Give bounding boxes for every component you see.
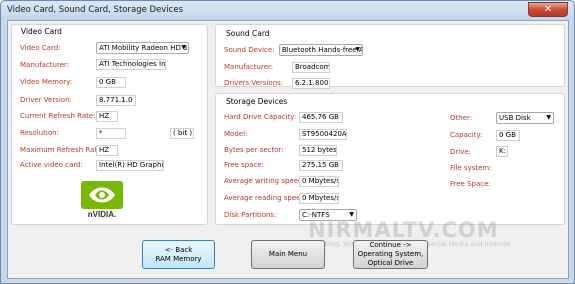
chevron-down-icon: ▼ (355, 46, 360, 53)
video-card-label: Video Card: (20, 44, 61, 52)
free-space-field: 275.15 GB (299, 160, 343, 171)
video-memory-field: 0 GB (96, 77, 126, 88)
other-device-select[interactable]: USB Disk ▼ (496, 112, 554, 124)
video-manufacturer-label: Manufacturer: (20, 61, 70, 69)
storage-group: Storage Devices Hard Drive Capacity: 465… (215, 93, 565, 225)
video-card-select-value: ATI Mobility Radeon HD 5 (99, 44, 188, 52)
other-drive-field: K: (496, 146, 508, 157)
back-button-line1: <- Back (164, 245, 193, 254)
bytes-sector-label: Bytes per sector: (224, 146, 284, 154)
disk-partitions-label: Disk Partitions: (224, 211, 277, 219)
resolution-label: Resolution: (20, 129, 59, 137)
driver-version-label: Driver Version: (20, 96, 72, 104)
driver-version-field: 8.771.1.0 (96, 95, 136, 106)
sound-manufacturer-field: Broadcom (292, 62, 330, 73)
max-refresh-label: Maximum Refresh Rate: (20, 146, 104, 154)
read-speed-label: Average reading speed: (224, 194, 308, 202)
back-button-line2: RAM Memory (155, 254, 202, 263)
bytes-sector-field: 512 bytes (299, 145, 337, 156)
active-video-label: Active video card: (20, 161, 83, 169)
app-window: Video Card, Sound Card, Storage Devices … (0, 0, 575, 284)
title-bar[interactable]: Video Card, Sound Card, Storage Devices … (1, 1, 574, 20)
close-button[interactable]: ✕ (528, 2, 568, 17)
svg-text:nVIDIA.: nVIDIA. (88, 210, 116, 219)
video-manufacturer-field: ATI Technologies Inc. (96, 59, 166, 70)
hdd-capacity-label: Hard Drive Capacity: (224, 113, 297, 121)
write-speed-field: 0 Mbytes/s (299, 176, 339, 187)
main-menu-button[interactable]: Main Menu (251, 240, 325, 269)
continue-button-line2: Operating System, (357, 250, 424, 258)
window-title: Video Card, Sound Card, Storage Devices (7, 5, 184, 15)
sound-card-group: Sound Card Sound Device: Bluetooth Hands… (215, 24, 565, 89)
chevron-down-icon: ▼ (181, 44, 186, 51)
other-capacity-label: Capacity: (450, 131, 483, 139)
hdd-capacity-field: 465.76 GB (299, 112, 343, 123)
resolution-field: * (96, 128, 126, 139)
sound-driver-label: Drivers Versions: (224, 79, 284, 87)
main-menu-label: Main Menu (268, 250, 308, 258)
model-field: ST9500420AS (299, 129, 347, 140)
write-speed-label: Average writing speed: (224, 177, 305, 185)
nvidia-logo-icon: nVIDIA. (81, 181, 123, 219)
client-area: Video Card Video Card: ATI Mobility Rade… (7, 20, 569, 279)
max-refresh-field: HZ (96, 145, 118, 156)
current-refresh-field: HZ (96, 111, 118, 122)
continue-button-line1: Continue -> (369, 241, 412, 249)
video-card-select[interactable]: ATI Mobility Radeon HD 5 ▼ (96, 42, 189, 54)
sound-device-select[interactable]: Bluetooth Hands-free A ▼ (279, 44, 363, 56)
other-capacity-field: 0 GB (496, 130, 520, 141)
sound-device-select-value: Bluetooth Hands-free A (282, 46, 363, 54)
video-card-title: Video Card (19, 27, 64, 36)
sound-device-label: Sound Device: (224, 46, 275, 54)
active-video-field: Intel(R) HD Graphics (96, 160, 164, 171)
video-card-group: Video Card Video Card: ATI Mobility Rade… (11, 24, 208, 225)
other-drive-label: Drive: (450, 148, 472, 156)
free-space-label: Free space: (224, 161, 264, 169)
video-memory-label: Video Memory: (20, 78, 73, 86)
other-device-select-value: USB Disk (499, 114, 531, 122)
continue-button-line3: Optical Drive (367, 259, 414, 267)
other-free-space-label: Free Space: (450, 180, 491, 188)
watermark-brand: NIRMALTV.COM (308, 218, 499, 242)
current-refresh-label: Current Refresh Rate: (20, 112, 96, 120)
back-ram-memory-button[interactable]: <- Back RAM Memory (142, 240, 215, 269)
storage-title: Storage Devices (224, 97, 290, 106)
chevron-down-icon: ▼ (546, 114, 551, 121)
resolution-bit-field: ( bit ) (170, 128, 194, 139)
file-system-label: File system: (450, 164, 492, 172)
model-label: Model: (224, 130, 248, 138)
read-speed-field: 0 Mbytes/s (299, 193, 339, 204)
continue-os-optical-button[interactable]: Continue -> Operating System, Optical Dr… (353, 240, 428, 269)
other-label: Other: (450, 114, 473, 122)
sound-driver-field: 6.2.1.800 (292, 78, 330, 89)
sound-card-title: Sound Card (224, 29, 272, 38)
sound-manufacturer-label: Manufacturer: (224, 63, 274, 71)
